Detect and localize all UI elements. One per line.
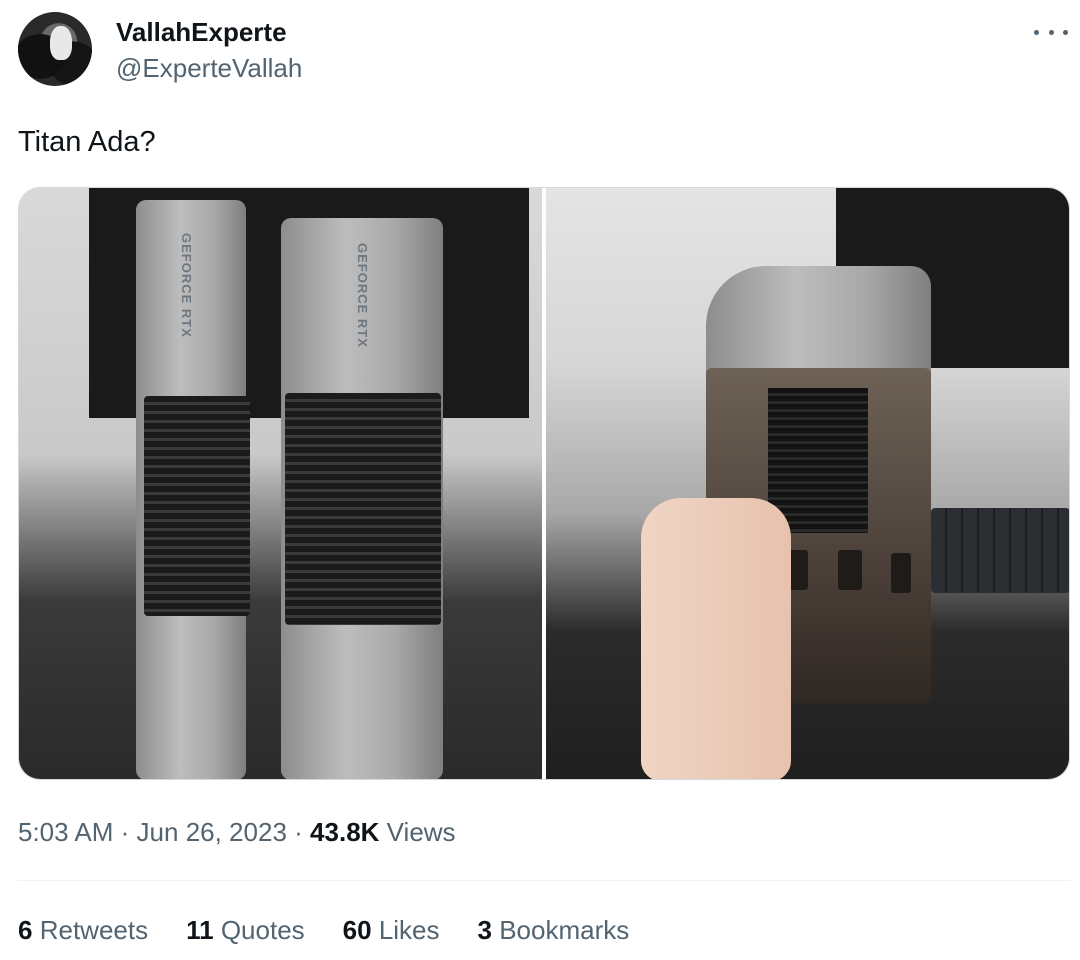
- bracket-vent: [768, 388, 868, 533]
- card-top-shroud: [706, 266, 931, 376]
- avatar-face: [50, 26, 72, 60]
- views-count: 43.8K: [310, 817, 380, 847]
- divider: [18, 880, 1070, 881]
- retweets-count: 6: [18, 915, 33, 945]
- photo-io-bracket[interactable]: [546, 188, 1069, 779]
- photo-graphics-cards-side[interactable]: GEFORCE RTX GEFORCE RTX: [19, 188, 542, 779]
- meta-separator: ·: [294, 817, 303, 847]
- avatar[interactable]: [18, 12, 92, 86]
- retweets-label: Retweets: [39, 915, 149, 945]
- more-horizontal-icon: [1034, 29, 1039, 35]
- heatsink-fins-left: [144, 396, 250, 616]
- quotes-count: 11: [186, 915, 214, 945]
- port-3: [838, 550, 862, 590]
- likes-stat[interactable]: 60 Likes: [343, 913, 440, 947]
- quotes-label: Quotes: [220, 915, 305, 945]
- card-label-left: GEFORCE RTX: [179, 233, 194, 338]
- tweet-stats: 6 Retweets 11 Quotes 60 Likes 3 Bookmark…: [18, 913, 629, 947]
- quotes-stat[interactable]: 11 Quotes: [186, 913, 305, 947]
- hand: [641, 498, 791, 779]
- heatsink-fins-right: [285, 393, 441, 625]
- more-horizontal-icon: [1048, 29, 1054, 35]
- tweet-meta: 5:03 AM · Jun 26, 2023 · 43.8K Views: [18, 815, 456, 849]
- keyboard: [931, 508, 1069, 593]
- bookmarks-stat[interactable]: 3 Bookmarks: [478, 913, 630, 947]
- author-display-name[interactable]: VallahExperte: [116, 16, 287, 48]
- tweet-date[interactable]: Jun 26, 2023: [137, 817, 287, 847]
- tweet-media[interactable]: GEFORCE RTX GEFORCE RTX: [18, 187, 1070, 780]
- port-4: [891, 553, 911, 593]
- likes-label: Likes: [378, 915, 440, 945]
- more-options-button[interactable]: [1034, 22, 1068, 42]
- views-label: Views: [386, 817, 456, 847]
- retweets-stat[interactable]: 6 Retweets: [18, 913, 148, 947]
- bookmarks-count: 3: [477, 915, 492, 945]
- tweet-time[interactable]: 5:03 AM: [18, 817, 113, 847]
- tweet-text: Titan Ada?: [18, 126, 156, 158]
- author-handle[interactable]: @ExperteVallah: [116, 52, 302, 84]
- more-horizontal-icon: [1063, 29, 1068, 35]
- bookmarks-label: Bookmarks: [499, 915, 630, 945]
- likes-count: 60: [342, 915, 372, 945]
- meta-separator: ·: [120, 817, 130, 847]
- card-label-right: GEFORCE RTX: [355, 243, 370, 348]
